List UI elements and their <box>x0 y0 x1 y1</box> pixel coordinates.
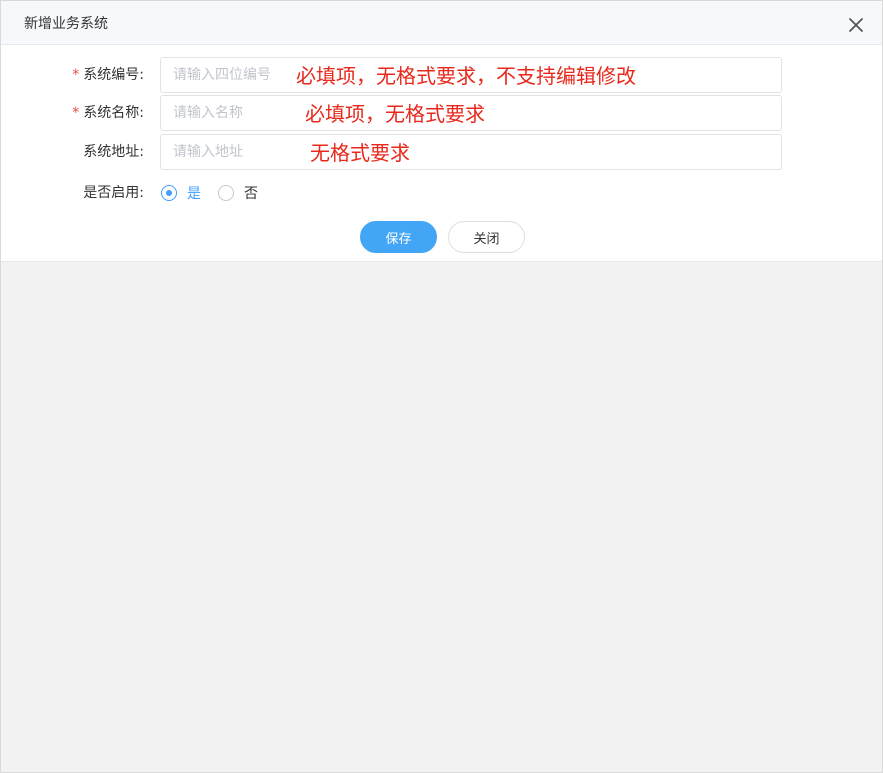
name-input[interactable] <box>160 95 782 131</box>
radio-no-label: 否 <box>244 186 258 202</box>
enabled-label: 是否启用: <box>83 185 144 201</box>
radio-checked-icon <box>161 185 177 201</box>
code-label-text: 系统编号: <box>83 67 144 83</box>
form-row-name: *系统名称: 必填项，无格式要求 <box>1 95 882 131</box>
required-mark: * <box>72 67 80 83</box>
name-label-text: 系统名称: <box>83 105 144 121</box>
form-panel: *系统编号: 必填项，无格式要求，不支持编辑修改 *系统名称: 必填项，无格式要… <box>1 45 882 262</box>
radio-yes[interactable]: 是 <box>161 185 201 202</box>
radio-unchecked-icon <box>218 185 234 201</box>
save-button[interactable]: 保存 <box>360 221 437 253</box>
radio-no[interactable]: 否 <box>218 185 258 202</box>
form-row-code: *系统编号: 必填项，无格式要求，不支持编辑修改 <box>1 57 882 93</box>
form-row-enabled: 是否启用: 是 否 <box>1 179 882 207</box>
dialog: 新增业务系统 *系统编号: 必填项，无格式要求，不支持编辑修改 *系统名称: 必… <box>0 0 883 773</box>
close-icon[interactable] <box>848 17 864 33</box>
radio-yes-label: 是 <box>187 186 201 202</box>
name-label: * 系统名称: <box>72 95 144 131</box>
form-row-address: 系统地址: 无格式要求 <box>1 134 882 170</box>
code-label: * 系统编号: <box>72 57 144 93</box>
dialog-titlebar: 新增业务系统 <box>1 1 882 45</box>
address-label: 系统地址: <box>83 144 144 160</box>
dialog-title: 新增业务系统 <box>24 16 108 32</box>
close-button[interactable]: 关闭 <box>448 221 525 253</box>
address-input[interactable] <box>160 134 782 170</box>
code-input[interactable] <box>160 57 782 93</box>
required-mark: * <box>72 105 80 121</box>
